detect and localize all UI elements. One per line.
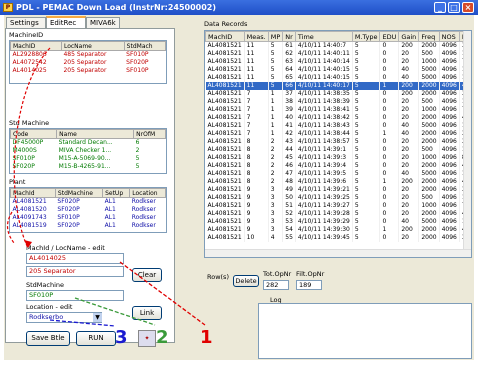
- callout-3: 3: [115, 327, 128, 348]
- red-callout-line: [119, 261, 206, 326]
- blue-callout-line: [49, 319, 116, 327]
- green-callout-line: [74, 297, 156, 326]
- red-dashed-curve: [13, 47, 51, 249]
- callout-overlay: [6, 47, 206, 327]
- red-arrowhead: [24, 240, 32, 248]
- callout-2: 2: [156, 327, 169, 348]
- app-window: P PDL - PEMAC Down Load (InstrNr:2450000…: [0, 0, 478, 365]
- callout-1: 1: [200, 327, 213, 348]
- red-dashed-curve-2: [6, 211, 15, 244]
